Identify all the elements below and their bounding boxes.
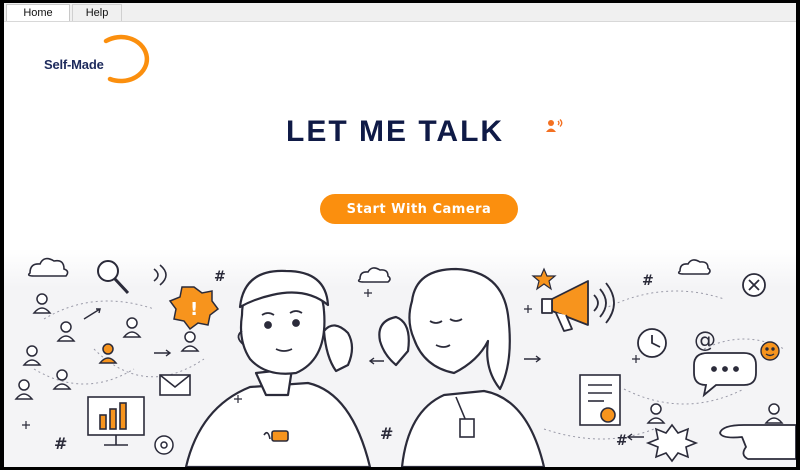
two-people-whispering-illustration: # # # # # # # ! (4, 249, 796, 467)
start-with-camera-button[interactable]: Start With Camera (320, 194, 518, 224)
logo-text: Self-Made (44, 57, 104, 72)
svg-text:#: # (54, 434, 67, 453)
tab-bar: Home Help (4, 3, 796, 22)
svg-text:#: # (642, 273, 654, 289)
svg-text:#: # (616, 433, 628, 449)
svg-text:!: ! (190, 299, 198, 320)
page-title: LET ME TALK (286, 115, 505, 148)
app-window: Home Help Self-Made LET ME TALK Start Wi… (4, 3, 796, 467)
speaking-person-icon (546, 119, 563, 132)
tab-home[interactable]: Home (6, 4, 70, 21)
app-logo: Self-Made (40, 31, 152, 87)
tab-help[interactable]: Help (72, 4, 122, 21)
svg-text:#: # (380, 424, 393, 443)
svg-text:#: # (214, 269, 226, 285)
svg-text:@: @ (694, 328, 716, 353)
